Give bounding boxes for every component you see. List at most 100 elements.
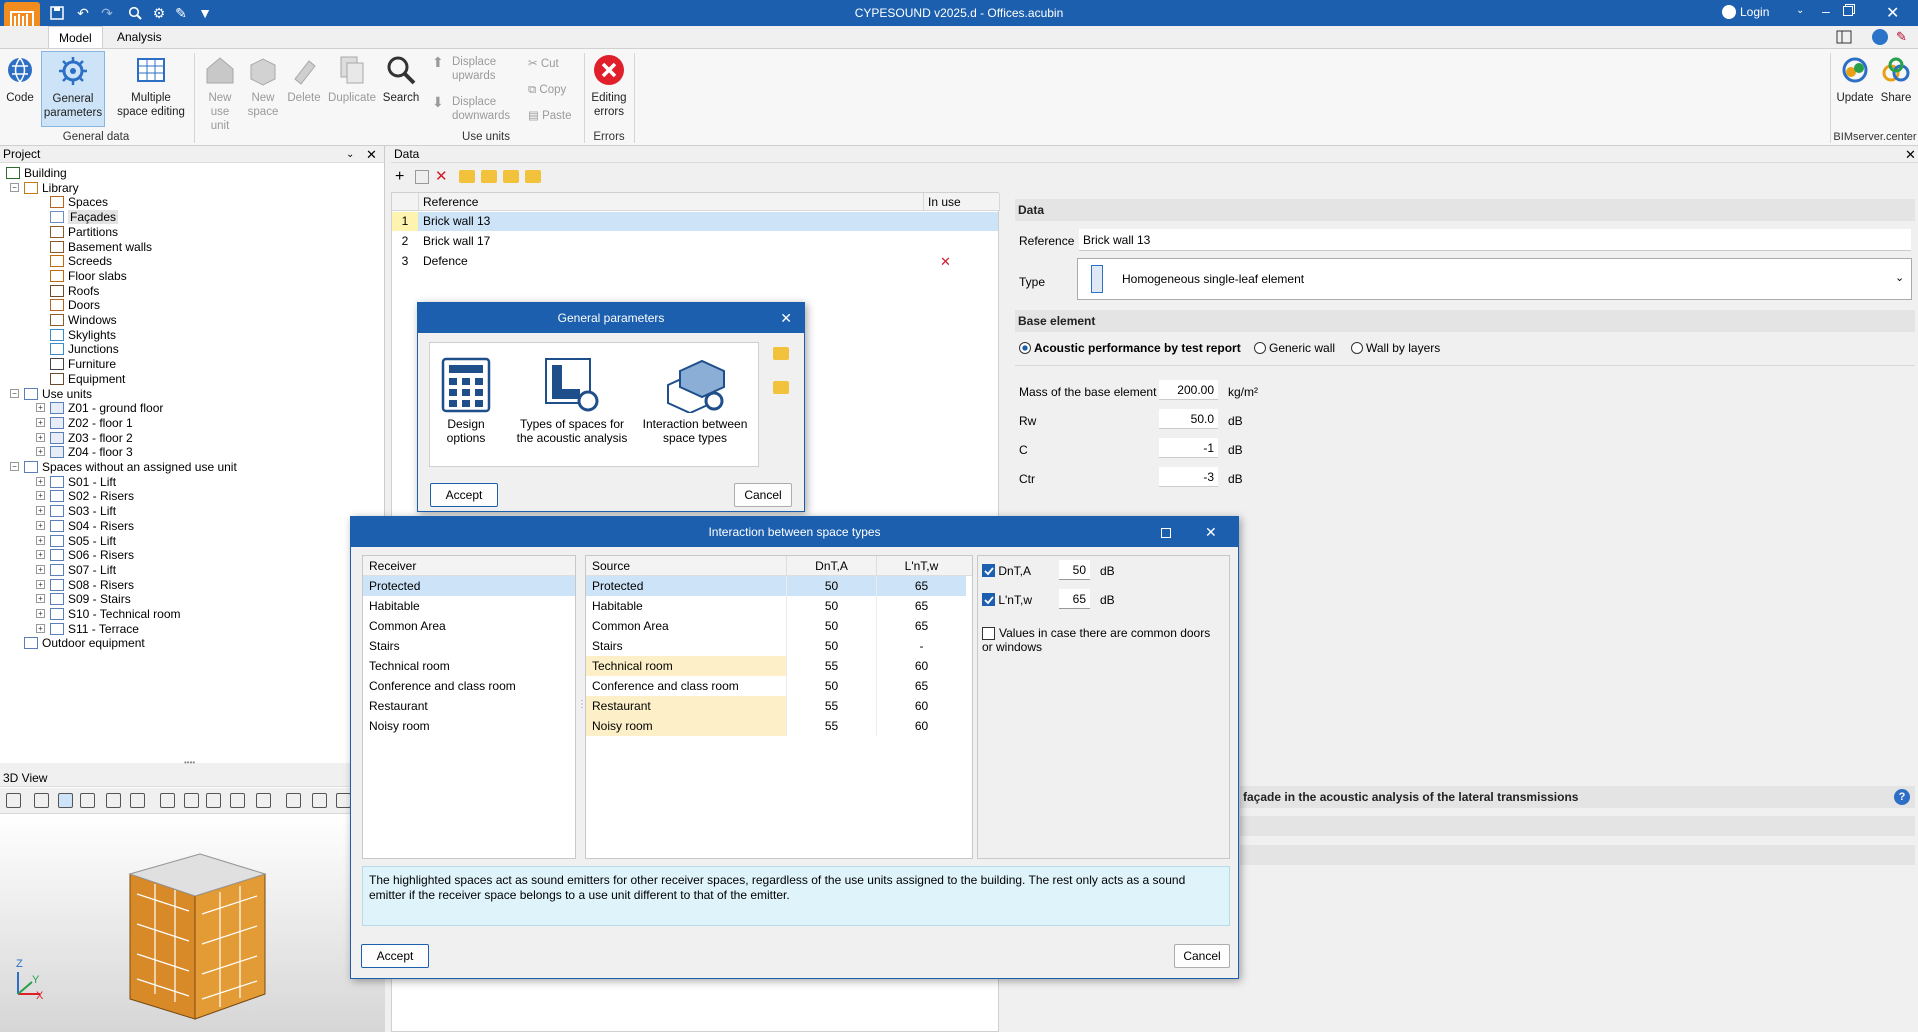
login-dropdown-icon[interactable]: ⌄ bbox=[1796, 5, 1804, 16]
dnta-checkbox[interactable]: DnT,A bbox=[982, 564, 1031, 578]
receiver-item[interactable]: Habitable bbox=[363, 596, 575, 616]
copy-button[interactable]: ⧉ Copy bbox=[528, 83, 566, 97]
source-item[interactable]: Stairs 50- bbox=[586, 636, 972, 656]
source-item[interactable]: Protected 50 65 bbox=[586, 576, 972, 596]
receiver-item[interactable]: Protected bbox=[363, 576, 575, 596]
duplicate-button[interactable]: Duplicate bbox=[326, 53, 378, 105]
help-book-icon[interactable]: ✎ bbox=[1896, 29, 1912, 45]
code-button[interactable]: Code bbox=[2, 53, 38, 105]
source-dnta[interactable]: 50 bbox=[786, 596, 876, 616]
source-item[interactable]: Technical room 55 60 bbox=[586, 656, 972, 676]
cube-icon[interactable] bbox=[230, 793, 245, 808]
folder-export-icon[interactable] bbox=[773, 381, 789, 394]
receiver-item[interactable]: Technical room bbox=[363, 656, 575, 676]
expand-toggle-icon[interactable]: + bbox=[36, 550, 45, 560]
shield-view-icon[interactable] bbox=[58, 793, 73, 808]
expand-toggle-icon[interactable]: + bbox=[36, 623, 45, 633]
receiver-item[interactable]: Conference and class room bbox=[363, 676, 575, 696]
quick-access-dropdown-icon[interactable]: ▼ bbox=[196, 4, 214, 22]
layers-icon[interactable] bbox=[6, 793, 21, 808]
expand-toggle-icon[interactable]: + bbox=[36, 432, 45, 442]
tab-analysis[interactable]: Analysis bbox=[107, 26, 172, 48]
expand-toggle-icon[interactable]: + bbox=[36, 579, 45, 589]
dnta-input[interactable]: 50 bbox=[1059, 560, 1090, 580]
source-lntw[interactable]: 65 bbox=[876, 596, 966, 616]
expand-toggle-icon[interactable]: + bbox=[36, 491, 45, 501]
cut-button[interactable]: ✂ Cut bbox=[528, 57, 559, 71]
displace-upwards-button[interactable]: ⬆ Displace upwards bbox=[432, 55, 496, 83]
receiver-item[interactable]: Stairs bbox=[363, 636, 575, 656]
update-button[interactable]: Update bbox=[1834, 53, 1876, 105]
floor-icon[interactable] bbox=[184, 793, 199, 808]
close-icon[interactable]: ✕ bbox=[780, 303, 792, 333]
displace-downwards-button[interactable]: ⬇ Displace downwards bbox=[432, 95, 510, 123]
folder-refresh-icon[interactable] bbox=[481, 170, 497, 183]
close-icon[interactable]: ✕ bbox=[1205, 517, 1217, 547]
new-use-unit-button[interactable]: New use unit bbox=[200, 53, 240, 133]
redo-icon[interactable]: ↷ bbox=[98, 4, 116, 22]
design-options-button[interactable]: Design options bbox=[436, 357, 496, 445]
source-item[interactable]: Restaurant 55 60 bbox=[586, 696, 972, 716]
collapse-panel-icon[interactable]: ⌄ bbox=[346, 146, 354, 163]
table-row[interactable]: 2 Brick wall 17 bbox=[392, 232, 998, 251]
collapsed-section[interactable] bbox=[1240, 816, 1915, 836]
table-row[interactable]: 1 Brick wall 13 bbox=[392, 212, 998, 231]
receiver-item[interactable]: Common Area bbox=[363, 616, 575, 636]
general-parameters-button[interactable]: General parameters bbox=[41, 51, 105, 127]
source-dnta[interactable]: 55 bbox=[786, 656, 876, 676]
source-dnta[interactable]: 50 bbox=[786, 636, 876, 656]
cancel-button[interactable]: Cancel bbox=[734, 483, 792, 507]
expand-toggle-icon[interactable]: + bbox=[36, 403, 45, 413]
source-dnta[interactable]: 50 bbox=[786, 676, 876, 696]
source-item[interactable]: Habitable 50 65 bbox=[586, 596, 972, 616]
expand-toggle-icon[interactable]: + bbox=[36, 476, 45, 486]
types-of-spaces-button[interactable]: Types of spaces for the acoustic analysi… bbox=[512, 357, 632, 445]
close-window-button[interactable]: ✕ bbox=[1886, 3, 1899, 23]
interaction-space-types-button[interactable]: Interaction between space types bbox=[640, 357, 750, 445]
section-icon[interactable] bbox=[256, 793, 271, 808]
source-lntw[interactable]: 60 bbox=[876, 696, 966, 716]
lightbulb-icon[interactable] bbox=[80, 793, 95, 808]
new-space-button[interactable]: New space bbox=[244, 53, 282, 119]
save-icon[interactable] bbox=[48, 4, 66, 22]
reference-input[interactable]: Brick wall 13 bbox=[1079, 229, 1911, 251]
editing-errors-button[interactable]: Editing errors bbox=[588, 53, 630, 119]
receiver-item[interactable]: Restaurant bbox=[363, 696, 575, 716]
settings-icon[interactable]: ⚙ bbox=[150, 4, 168, 22]
axes-icon[interactable] bbox=[34, 793, 49, 808]
splitter-grip[interactable]: •••• bbox=[184, 758, 195, 767]
expand-toggle-icon[interactable]: + bbox=[36, 609, 45, 618]
source-item[interactable]: Common Area 50 65 bbox=[586, 616, 972, 636]
expand-toggle-icon[interactable]: − bbox=[10, 388, 19, 398]
expand-toggle-icon[interactable]: + bbox=[36, 535, 45, 545]
source-lntw[interactable]: 65 bbox=[876, 616, 966, 636]
palette-icon[interactable] bbox=[160, 793, 175, 808]
lntw-input[interactable]: 65 bbox=[1059, 589, 1090, 609]
expand-toggle-icon[interactable]: + bbox=[36, 417, 45, 427]
radio-wall-by-layers[interactable]: Wall by layers bbox=[1351, 341, 1440, 355]
source-lntw[interactable]: 65 bbox=[876, 676, 966, 696]
source-dnta[interactable]: 55 bbox=[786, 696, 876, 716]
type-select[interactable]: Homogeneous single-leaf element ⌄ bbox=[1077, 258, 1912, 300]
layout-icon[interactable] bbox=[1836, 30, 1852, 44]
delete-icon[interactable]: ✕ bbox=[435, 168, 448, 186]
paste-button[interactable]: ▤ Paste bbox=[528, 109, 572, 123]
common-doors-checkbox[interactable]: Values in case there are common doors or… bbox=[982, 626, 1222, 654]
radio-test-report[interactable]: Acoustic performance by test report bbox=[1019, 341, 1241, 355]
tab-model[interactable]: Model bbox=[48, 26, 103, 48]
globe-icon[interactable] bbox=[1872, 29, 1888, 45]
restore-button[interactable] bbox=[1843, 4, 1855, 16]
source-dnta[interactable]: 55 bbox=[786, 716, 876, 736]
camera-icon[interactable] bbox=[336, 793, 351, 808]
collapsed-section[interactable] bbox=[1240, 845, 1915, 865]
expand-toggle-icon[interactable]: + bbox=[36, 520, 45, 530]
accept-button[interactable]: Accept bbox=[430, 483, 498, 507]
grid-icon[interactable] bbox=[206, 793, 221, 808]
login-button[interactable]: Login bbox=[1722, 5, 1769, 19]
add-icon[interactable]: + bbox=[395, 168, 404, 186]
folder-import-icon[interactable] bbox=[773, 347, 789, 360]
source-dnta[interactable]: 50 bbox=[786, 616, 876, 636]
source-lntw[interactable]: 60 bbox=[876, 656, 966, 676]
rw-input[interactable]: 50.0 bbox=[1159, 409, 1218, 429]
ctr-input[interactable]: -3 bbox=[1159, 467, 1218, 487]
